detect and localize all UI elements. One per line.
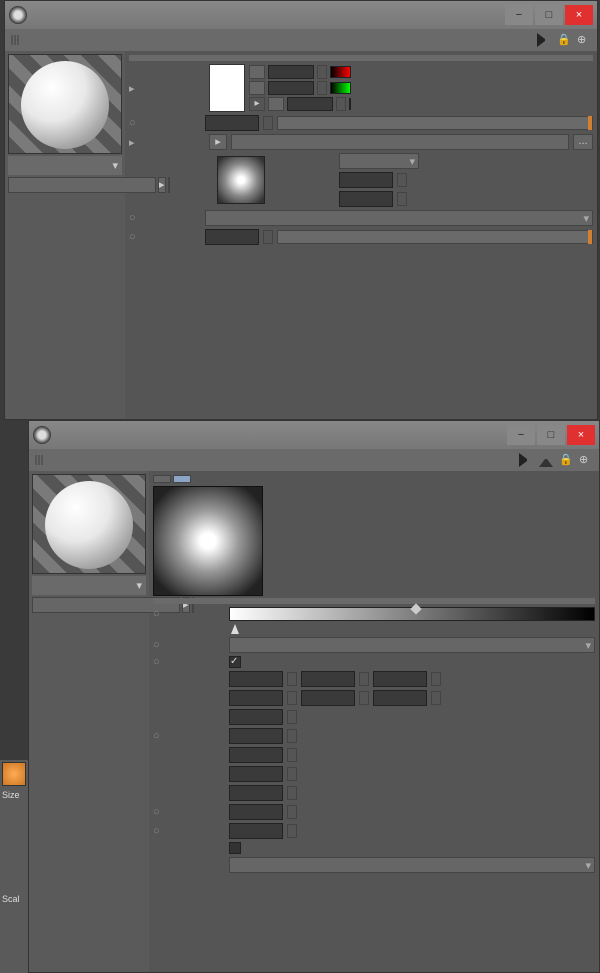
move-tool-icon[interactable]: [2, 762, 26, 786]
start-x-field[interactable]: [229, 671, 283, 687]
dropdown-arrow-icon[interactable]: ▾: [136, 579, 142, 592]
material-preview[interactable]: [32, 474, 146, 574]
b-field[interactable]: [287, 97, 333, 111]
angle-field[interactable]: [229, 823, 283, 839]
absolute-checkbox[interactable]: [229, 842, 241, 854]
blur-offset-spinner[interactable]: [397, 173, 407, 187]
mixmode-dropdown[interactable]: [205, 210, 593, 226]
mixstrength-spinner[interactable]: [263, 230, 273, 244]
end-z-field[interactable]: [373, 690, 427, 706]
titlebar[interactable]: − □ ×: [29, 421, 599, 449]
toolbar: 🔒 ⊕: [29, 449, 599, 471]
expand-arrow-icon[interactable]: ▸: [129, 82, 139, 95]
turbulence-field[interactable]: [229, 728, 283, 744]
brightness-spinner[interactable]: [263, 116, 273, 130]
maximize-button[interactable]: □: [537, 425, 565, 445]
app-icon: [33, 426, 51, 444]
space-dropdown[interactable]: [229, 857, 595, 873]
scal-label: Scal: [0, 892, 28, 906]
seed-field[interactable]: [229, 804, 283, 820]
titlebar[interactable]: − □ ×: [5, 1, 597, 29]
main-panel: ▸ ▸ ○ ▸▸... ○ ○: [125, 51, 597, 419]
expand-icon[interactable]: ⊕: [579, 453, 593, 467]
b-label: [268, 97, 284, 111]
start-z-field[interactable]: [373, 671, 427, 687]
cycle-checkbox[interactable]: [229, 656, 241, 668]
r-field[interactable]: [268, 65, 314, 79]
minimize-button[interactable]: −: [505, 5, 533, 25]
texture-name[interactable]: [231, 134, 569, 150]
color-swatch[interactable]: [209, 64, 245, 112]
green-slider[interactable]: [330, 82, 351, 94]
brightness-slider[interactable]: [277, 116, 593, 130]
texture-arrow-icon[interactable]: ▸: [129, 136, 139, 149]
grip-icon[interactable]: [35, 455, 43, 465]
size-label: Size: [0, 788, 28, 802]
g-button[interactable]: [249, 81, 265, 95]
shader-preview[interactable]: [153, 486, 263, 596]
tab-shader[interactable]: [173, 475, 191, 483]
brightness-field[interactable]: [205, 115, 259, 131]
r-button[interactable]: [249, 65, 265, 79]
maximize-button[interactable]: □: [535, 5, 563, 25]
sampling-dropdown[interactable]: [339, 153, 419, 169]
g-field[interactable]: [268, 81, 314, 95]
material-name-label[interactable]: ▾: [8, 156, 122, 175]
lock-icon[interactable]: 🔒: [557, 33, 571, 47]
back-arrow-icon[interactable]: [519, 453, 533, 467]
minimize-button[interactable]: −: [507, 425, 535, 445]
dropdown-arrow-icon[interactable]: ▾: [112, 159, 118, 172]
radius-field[interactable]: [229, 709, 283, 725]
mixstrength-field[interactable]: [205, 229, 259, 245]
expand-icon[interactable]: ⊕: [577, 33, 591, 47]
blur-scale-field[interactable]: [339, 191, 393, 207]
toolbar: 🔒 ⊕: [5, 29, 597, 51]
start-y-field[interactable]: [301, 671, 355, 687]
sidebar: ▾ ▸: [5, 51, 125, 419]
up-arrow-icon[interactable]: [539, 453, 553, 467]
sphere-preview: [45, 481, 133, 569]
sidebar: ▾ ▸: [29, 471, 149, 972]
blur-offset-field[interactable]: [339, 172, 393, 188]
gradient-bar[interactable]: [229, 607, 595, 621]
r-spinner[interactable]: [317, 65, 327, 79]
g-spinner[interactable]: [317, 81, 327, 95]
left-edge-panel: Size Scal: [0, 760, 28, 973]
texture-thumbnail[interactable]: [217, 156, 265, 204]
material-preview[interactable]: [8, 54, 122, 154]
grip-icon[interactable]: [11, 35, 19, 45]
b-button[interactable]: ▸: [249, 97, 265, 111]
material-editor-window-1: − □ × 🔒 ⊕ ▾ ▸ ▸: [4, 0, 598, 420]
material-editor-window-2: − □ × 🔒 ⊕ ▾ ▸: [28, 420, 600, 973]
end-x-field[interactable]: [229, 690, 283, 706]
scale-field[interactable]: [229, 766, 283, 782]
red-slider[interactable]: [330, 66, 351, 78]
lock-icon[interactable]: 🔒: [559, 453, 573, 467]
gradient-knot[interactable]: [410, 603, 421, 614]
frequency-field[interactable]: [229, 785, 283, 801]
blue-slider[interactable]: [349, 98, 351, 110]
end-y-field[interactable]: [301, 690, 355, 706]
octaves-field[interactable]: [229, 747, 283, 763]
close-button[interactable]: ×: [565, 5, 593, 25]
mixstrength-slider[interactable]: [277, 230, 593, 244]
main-panel: ○ ○ ○ ○ ○ ○: [149, 471, 599, 972]
gradient-handle[interactable]: [231, 624, 239, 634]
back-arrow-icon[interactable]: [537, 33, 551, 47]
type-dropdown[interactable]: [229, 637, 595, 653]
texture-menu-button[interactable]: ▸: [209, 134, 227, 150]
close-button[interactable]: ×: [567, 425, 595, 445]
b-spinner[interactable]: [336, 97, 346, 111]
material-name-label[interactable]: ▾: [32, 576, 146, 595]
section-header: [129, 55, 593, 61]
texture-browse-button[interactable]: ...: [573, 134, 593, 150]
app-icon: [9, 6, 27, 24]
tab-basic[interactable]: [153, 475, 171, 483]
blur-scale-spinner[interactable]: [397, 192, 407, 206]
sphere-preview: [21, 61, 109, 149]
section-header: [153, 598, 595, 604]
